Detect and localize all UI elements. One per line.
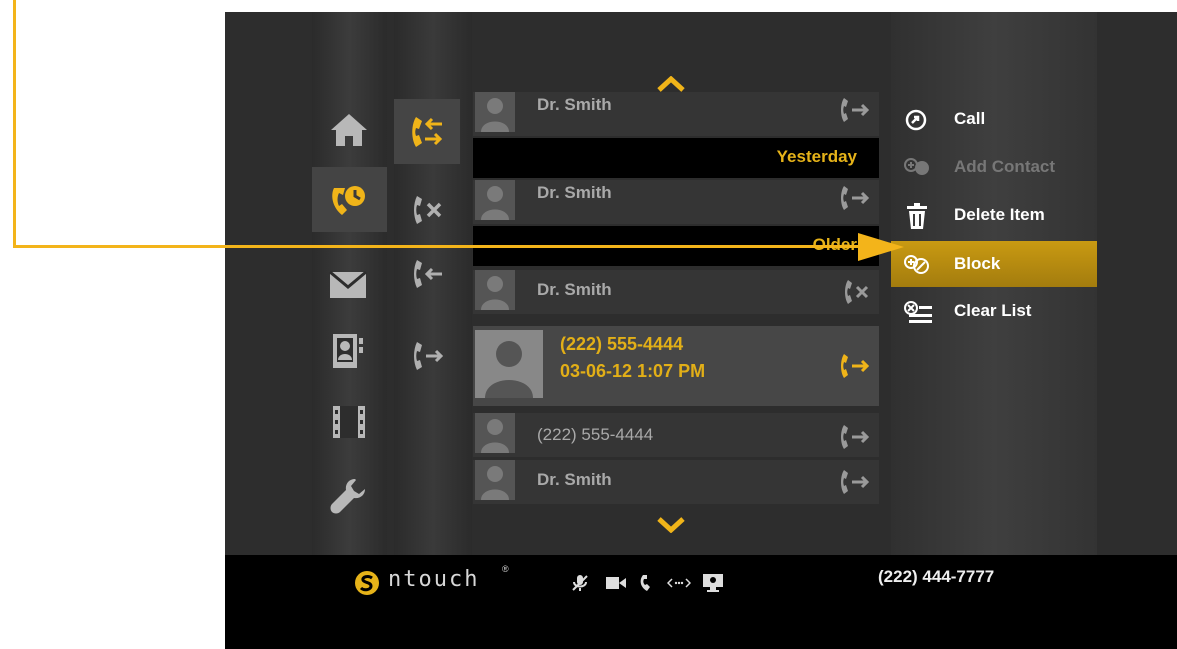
clear-list-menu-item[interactable]: Clear List [891,288,1097,334]
all-calls-icon[interactable] [408,115,446,149]
avatar [475,460,515,500]
date-divider: Yesterday [473,138,879,178]
callout-arrow-icon [858,233,904,261]
delete-item-label: Delete Item [954,205,1045,224]
outgoing-calls-icon[interactable] [410,340,444,372]
phone-icon [640,575,650,591]
contacts-icon[interactable] [331,332,365,370]
connection-icon [667,578,691,588]
call-list-row[interactable]: (222) 555-4444 [473,413,879,457]
mic-muted-icon [572,575,588,591]
contact-name: Dr. Smith [537,470,612,489]
scroll-down-icon[interactable] [657,517,685,533]
settings-icon[interactable] [329,476,369,516]
outgoing-call-icon [841,186,870,210]
avatar [475,330,543,398]
call-list-row[interactable]: Dr. Smith [473,270,879,314]
messages-icon[interactable] [329,270,367,300]
brand-name: ntouch [388,567,480,592]
add-contact-label: Add Contact [954,157,1056,176]
call-menu-item[interactable]: Call [891,96,1097,142]
clear-list-icon [904,301,932,323]
block-icon [904,255,929,274]
scroll-up-icon[interactable] [657,76,685,92]
avatar [475,413,515,453]
call-list-row[interactable]: Dr. Smith [473,460,879,504]
video-camera-icon [606,577,626,589]
app-screen: Dr. Smith Yesterday Dr. Smith Older Dr. … [225,12,1177,649]
missed-calls-icon[interactable] [410,194,444,226]
incoming-calls-icon[interactable] [410,258,444,290]
block-label: Block [954,254,1001,273]
divider-label: Yesterday [776,147,857,166]
callout-line-horizontal [13,245,873,248]
my-phone-number: (222) 444-7777 [878,567,995,586]
call-label: Call [954,109,986,128]
call-list-row[interactable]: Dr. Smith [473,92,879,136]
avatar [475,270,515,310]
status-bar: ntouch ® (222) 444-7777 [225,555,1177,649]
contact-name: Dr. Smith [537,95,612,114]
outgoing-call-icon [841,354,870,378]
add-contact-menu-item[interactable]: Add Contact [891,144,1097,190]
outgoing-call-icon [841,425,870,449]
contact-name: (222) 555-4444 [537,425,654,444]
selected-call-datetime: 03-06-12 1:07 PM [560,361,706,381]
contact-name: Dr. Smith [537,280,612,299]
call-list-row[interactable]: Dr. Smith [473,180,879,224]
trash-icon [907,203,927,229]
registered-mark: ® [502,564,509,574]
missed-call-icon [845,280,869,304]
callout-line-vertical [13,0,16,248]
ntouch-logo-icon [355,571,379,595]
outgoing-call-icon [841,470,870,494]
selected-call-row[interactable]: (222) 555-4444 03-06-12 1:07 PM [473,326,879,406]
selected-call-number: (222) 555-4444 [560,334,684,354]
home-icon[interactable] [329,110,369,150]
call-icon [905,109,927,131]
recent-calls-icon[interactable] [328,182,368,222]
avatar [475,92,515,132]
add-contact-icon [904,158,929,175]
clear-list-label: Clear List [954,301,1032,320]
delete-item-menu-item[interactable]: Delete Item [891,192,1097,238]
block-menu-item[interactable]: Block [891,241,1097,287]
contact-name: Dr. Smith [537,183,612,202]
outgoing-call-icon [841,98,870,122]
video-icon[interactable] [331,404,367,440]
avatar [475,180,515,220]
screen-share-icon [703,574,723,592]
